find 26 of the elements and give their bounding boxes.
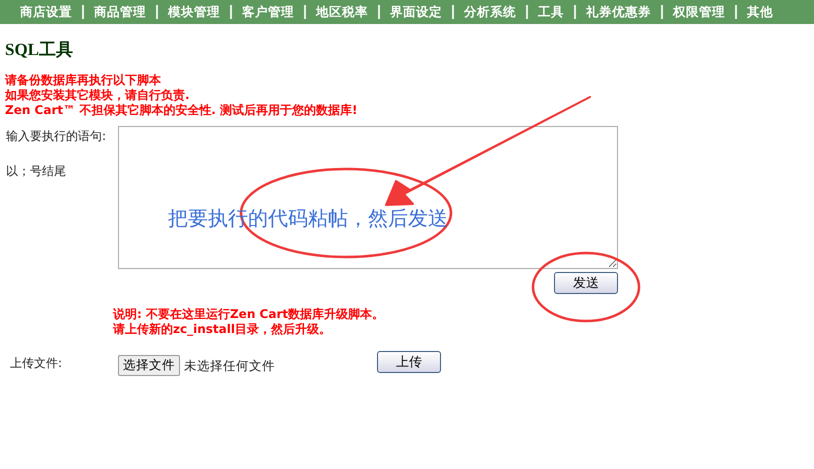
nav-item[interactable]: 客户管理 — [232, 5, 306, 19]
nav-item[interactable]: 地区税率 — [306, 5, 380, 19]
nav-item[interactable]: 分析系统 — [454, 5, 528, 19]
nav-item[interactable]: 其他 — [737, 5, 783, 19]
warning-text: Zen Cart™ 不担保其它脚本的安全性. 测试后再用于您的数据库! — [5, 103, 359, 118]
note-text: 请上传新的zc_install目录，然后升级。 — [113, 322, 332, 337]
query-hint: 以；号结尾 — [6, 163, 67, 180]
upload-button[interactable]: 上传 — [377, 351, 441, 373]
warning-text: 请备份数据库再执行以下脚本 — [5, 73, 162, 88]
file-status: 未选择任何文件 — [184, 358, 275, 375]
arrow-icon — [385, 96, 591, 206]
query-label: 输入要执行的语句: — [6, 128, 108, 145]
nav-item[interactable]: 商品管理 — [84, 5, 158, 19]
nav-item[interactable]: 工具 — [528, 5, 576, 19]
page-title: SQL工具 — [5, 39, 74, 61]
choose-file-button[interactable]: 选择文件 — [118, 355, 180, 376]
nav-item[interactable]: 礼券优惠券 — [576, 5, 663, 19]
sql-input-field[interactable] — [118, 126, 618, 269]
upload-label: 上传文件: — [9, 355, 64, 372]
nav-item[interactable]: 商店设置 — [10, 5, 84, 19]
nav-item[interactable]: 模块管理 — [158, 5, 232, 19]
note-text: 说明: 不要在这里运行Zen Cart数据库升级脚本。 — [113, 307, 386, 322]
nav-item[interactable]: 权限管理 — [663, 5, 737, 19]
nav-item[interactable]: 界面设定 — [380, 5, 454, 19]
warning-text: 如果您安装其它模块，请自行负责. — [5, 88, 191, 103]
send-button[interactable]: 发送 — [554, 272, 618, 294]
